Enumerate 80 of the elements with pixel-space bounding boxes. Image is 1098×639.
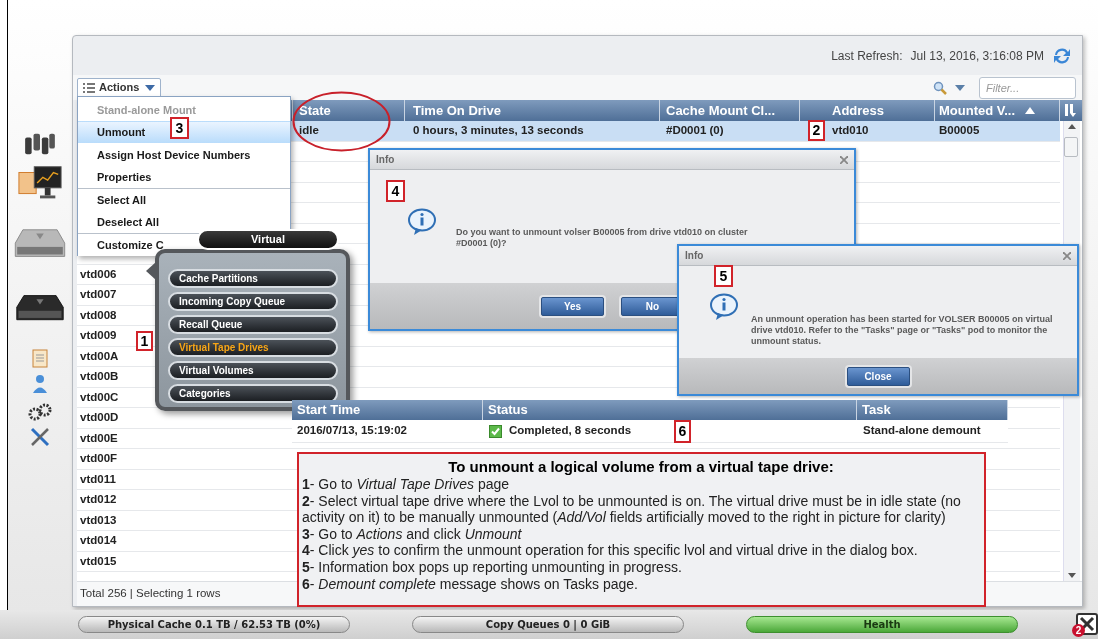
table-cell: #D0001 (0) <box>666 124 724 137</box>
actions-button[interactable]: Actions <box>77 77 162 98</box>
user-icon <box>32 374 48 394</box>
notifications-button[interactable]: 2 <box>1072 611 1098 639</box>
step-number: 3 <box>170 117 189 139</box>
nav-item[interactable]: Incoming Copy Queue <box>168 292 338 311</box>
table-cell: vtd00D <box>80 411 119 424</box>
nav-item[interactable]: Recall Queue <box>168 315 338 334</box>
status-pill[interactable]: Physical Cache 0.1 TB / 62.53 TB (0%) <box>78 616 350 633</box>
step-number: 5 <box>714 265 733 287</box>
status-pill[interactable]: Health <box>746 616 1018 633</box>
search-icon <box>933 80 947 95</box>
instruction-step: 4- Click yes to confirm the unmount operation for this specific lvol and virtual drive in the dialog box. <box>302 542 980 559</box>
scroll-up-icon <box>1068 124 1076 129</box>
instruction-step: 1- Go to Virtual Tape Drives page <box>302 476 980 493</box>
list-icon <box>83 82 95 93</box>
step-number: 4 <box>386 180 405 202</box>
dialog-message: An unmount operation has been started for VOLSER B00005 on virtual drive vtd010. Refer to the "Tasks" page or "Tasks" pod to monitor the unmount status. <box>751 314 1054 347</box>
table-cell: vtd011 <box>80 472 116 485</box>
caret-icon <box>955 84 965 91</box>
table-cell: vtd012 <box>80 493 117 506</box>
step-number: 6 <box>674 420 691 443</box>
popup-title: Virtual <box>197 229 339 250</box>
table-cell: vtd007 <box>80 288 117 301</box>
table-cell: vtd008 <box>80 308 117 321</box>
nav-item[interactable]: Cache Partitions <box>168 269 338 288</box>
dialog-title: Info <box>685 249 704 263</box>
table-cell: vtd00B <box>80 370 119 383</box>
table-cell: vtd00E <box>80 431 118 444</box>
table-cell: vtd014 <box>80 534 117 547</box>
table-cell: 0 hours, 3 minutes, 13 seconds <box>413 124 584 137</box>
instruction-step: 3- Go to Actions and click Unmount <box>302 525 980 543</box>
close-icon <box>840 155 848 164</box>
column-header[interactable]: Start Time <box>292 400 483 420</box>
table-cell: B00005 <box>939 124 980 137</box>
table-cell: vtd00A <box>80 349 119 362</box>
tools-icon <box>29 426 51 448</box>
nav-item[interactable]: Virtual Tape Drives <box>168 338 338 357</box>
table-cell: vtd00F <box>80 452 118 465</box>
close-window-icon <box>1076 613 1098 635</box>
table-cell: vtd013 <box>80 513 117 526</box>
table-cell: idle <box>299 124 319 137</box>
dialog-button[interactable]: Yes <box>541 296 604 316</box>
status-pill[interactable]: Copy Queues 0 | 0 GiB <box>412 616 684 633</box>
instructions-title: To unmount a logical volume from a virtual tape drive: <box>447 457 835 476</box>
table-cell: 2016/07/13, 15:19:02 <box>297 424 407 437</box>
close-icon <box>1063 251 1071 260</box>
info-icon <box>407 208 437 236</box>
selection-summary: Total 256 | Selecting 1 rows <box>80 586 221 602</box>
instruction-step: 5- Information box pops up reporting unmounting in progress. <box>302 558 980 576</box>
table-cell: vtd015 <box>80 554 117 567</box>
step-number: 2 <box>808 120 825 141</box>
scroll-down-icon <box>1068 573 1076 578</box>
menu-item[interactable]: Select All <box>78 188 290 211</box>
table-cell: vtd010 <box>832 124 869 137</box>
column-header[interactable]: Task <box>857 400 1008 420</box>
column-chooser-icon <box>1064 103 1076 117</box>
menu-item[interactable]: Properties <box>78 165 290 188</box>
dialog-title: Info <box>376 153 395 167</box>
instruction-step: 2- Select virtual tape drive where the Lvol to be unmounted is on. The virtual drive must be in idle state (no activity on it) to be manually unmounted (Add/Vol fields artificially moved to the right in picture for clarity) <box>302 492 980 526</box>
dialog-message: Do you want to unmount volser B00005 from drive vtd010 on cluster #D0001 (0)? <box>456 227 749 249</box>
info-icon <box>709 293 739 321</box>
nav-item[interactable]: Virtual Volumes <box>168 361 338 380</box>
filter-field[interactable]: Filter... <box>979 76 1076 99</box>
menu-item[interactable]: Assign Host Device Numbers <box>78 143 290 166</box>
table-cell-text: Completed, 8 seconds <box>509 423 632 439</box>
table-cell: Stand-alone demount <box>863 424 981 437</box>
dialog-button[interactable]: Close <box>846 366 910 386</box>
notepad-icon <box>32 348 48 368</box>
nav-item[interactable]: Categories <box>168 384 338 403</box>
gears-icon <box>28 402 52 422</box>
table-cell: vtd00C <box>80 390 119 403</box>
last-refresh-label: Last Refresh: <box>831 47 903 65</box>
instruction-step: 6- Demount complete message shows on Tasks page. <box>302 575 980 593</box>
table-cell: vtd006 <box>80 267 117 280</box>
last-refresh-time: Jul 13, 2016, 3:16:08 PM <box>910 47 1044 65</box>
table-cell: vtd009 <box>80 329 117 342</box>
scroll-thumb[interactable] <box>1064 137 1078 157</box>
caret-icon <box>145 84 156 91</box>
step-number: 1 <box>136 331 153 351</box>
